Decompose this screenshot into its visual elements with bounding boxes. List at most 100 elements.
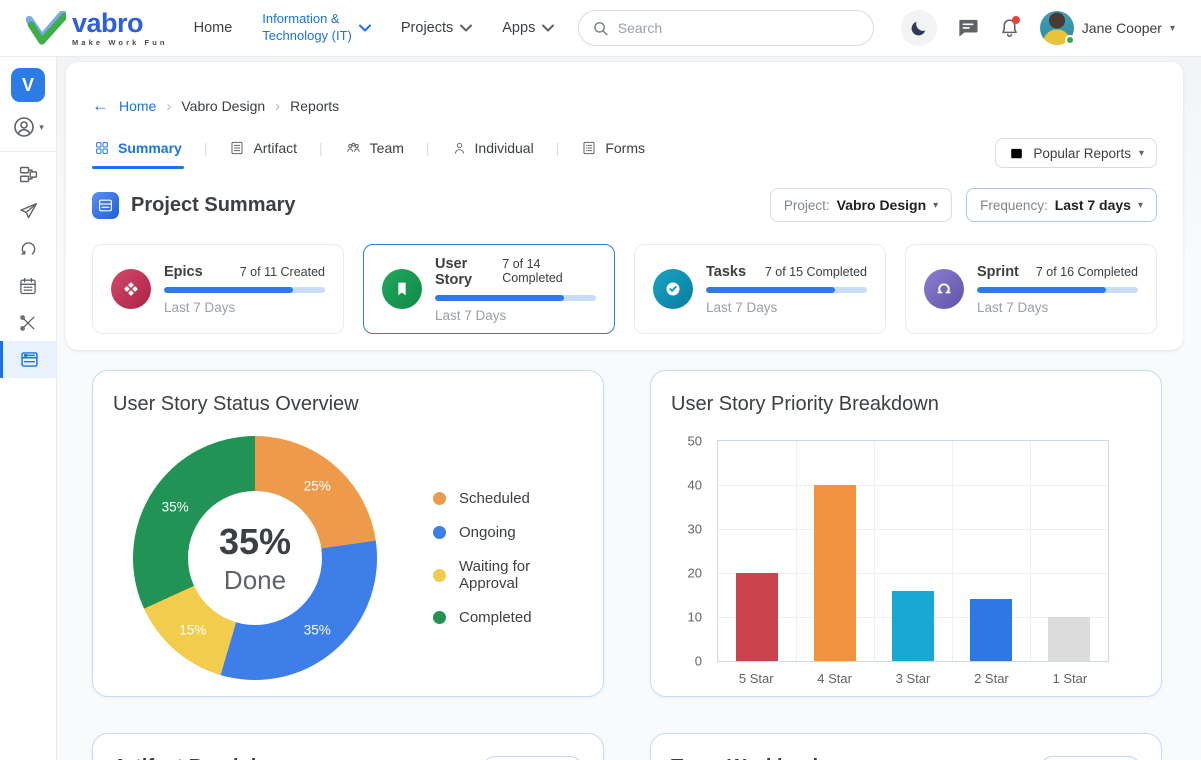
legend-dot xyxy=(433,569,446,582)
vabro-logo[interactable]: vabro Make Work Fun xyxy=(26,10,168,47)
tab-summary[interactable]: Summary xyxy=(92,138,184,169)
filters: Project: Vabro Design ▾ Frequency: Last … xyxy=(770,188,1157,222)
frequency-filter-dropdown[interactable]: Frequency: Last 7 days ▾ xyxy=(966,188,1157,222)
report-window-icon xyxy=(98,199,113,212)
nav-projects-dropdown[interactable]: Projects xyxy=(401,20,472,36)
tab-forms[interactable]: Forms xyxy=(579,138,647,169)
bar[interactable] xyxy=(970,599,1012,661)
chevron-down-icon xyxy=(359,24,371,32)
bar[interactable] xyxy=(892,591,934,661)
nav-it-label: Information &Technology (IT) xyxy=(262,11,352,45)
gridline-v xyxy=(952,441,953,661)
y-tick-label: 50 xyxy=(688,434,702,449)
bar[interactable] xyxy=(814,485,856,661)
stat-period: Last 7 Days xyxy=(164,300,325,315)
chevron-down-icon: ▾ xyxy=(1170,23,1175,34)
search-input[interactable] xyxy=(618,20,860,36)
stat-title: Sprint xyxy=(977,264,1019,280)
search-bar[interactable] xyxy=(578,10,874,46)
search-icon xyxy=(593,20,608,37)
tab-separator: | xyxy=(556,140,560,167)
donut-slice-label: 35% xyxy=(304,622,331,637)
back-arrow-icon[interactable]: ← xyxy=(92,96,109,116)
sidebar-item-calendar[interactable] xyxy=(0,267,57,304)
person-icon xyxy=(452,140,467,156)
tasks-icon xyxy=(653,269,693,309)
sidebar-v-logo[interactable]: V xyxy=(11,68,45,102)
user-name: Jane Cooper xyxy=(1082,20,1162,36)
gridline-v xyxy=(796,441,797,661)
stat-count: 7 of 16 Completed xyxy=(1036,265,1138,279)
sidebar-item-boards[interactable] xyxy=(0,156,57,193)
donut-chart[interactable]: 25%35%15%35% 35% Done xyxy=(133,436,377,680)
tab-individual[interactable]: Individual xyxy=(450,138,536,169)
breadcrumb-home[interactable]: Home xyxy=(119,98,156,114)
stat-count: 7 of 14 Completed xyxy=(502,257,596,285)
y-tick-label: 30 xyxy=(688,522,702,537)
y-tick-label: 40 xyxy=(688,478,702,493)
stat-card[interactable]: Sprint 7 of 16 Completed Last 7 Days xyxy=(905,244,1157,334)
stat-cards-row: Epics 7 of 11 Created Last 7 Days Use xyxy=(92,244,1157,334)
chart-title: User Story Status Overview xyxy=(113,393,583,416)
sidebar-divider xyxy=(0,151,56,152)
moon-icon xyxy=(909,19,928,38)
report-window-icon xyxy=(1008,146,1025,161)
tab-artifact[interactable]: Artifact xyxy=(227,138,299,169)
nav-it-dropdown[interactable]: Information &Technology (IT) xyxy=(262,11,371,45)
bar-ylabels: 01020304050 xyxy=(672,441,710,661)
tab-bar: Summary | Artifact | Team xyxy=(92,138,1157,169)
sidebar-item-send[interactable] xyxy=(0,193,57,230)
legend-item: Ongoing xyxy=(433,524,583,541)
charts-row: User Story Status Overview 25%35%15%35% … xyxy=(92,370,1162,697)
view-details-button[interactable]: View Details xyxy=(1040,756,1141,760)
stat-card[interactable]: User Story 7 of 14 Completed Last 7 Days xyxy=(363,244,615,334)
sidebar-item-account[interactable]: ▾ xyxy=(12,115,44,151)
card-title: Artifact Breakdown xyxy=(113,756,296,760)
bar[interactable] xyxy=(1048,617,1090,661)
sidebar-item-tools[interactable] xyxy=(0,304,57,341)
messages-button[interactable] xyxy=(957,18,979,38)
dark-mode-toggle[interactable] xyxy=(901,10,937,46)
donut-center-value: 35% xyxy=(219,521,291,563)
view-details-button[interactable]: View Details xyxy=(482,756,583,760)
nav-apps-dropdown[interactable]: Apps xyxy=(502,20,554,36)
stat-count: 7 of 11 Created xyxy=(240,265,325,279)
bar[interactable] xyxy=(736,573,778,661)
popular-reports-button[interactable]: Popular Reports ▾ xyxy=(995,138,1157,168)
chart-title: User Story Priority Breakdown xyxy=(671,393,1141,416)
breadcrumb-project[interactable]: Vabro Design xyxy=(181,98,265,114)
left-sidebar: V ▾ xyxy=(0,57,57,760)
sidebar-item-reports[interactable] xyxy=(0,341,57,378)
chevron-down-icon: ▾ xyxy=(933,200,938,211)
stat-period: Last 7 Days xyxy=(977,300,1138,315)
legend-dot xyxy=(433,526,446,539)
stat-card[interactable]: Tasks 7 of 15 Completed Last 7 Days xyxy=(634,244,886,334)
artifact-breakdown-card: Artifact Breakdown View Details xyxy=(92,733,604,760)
gridline-v xyxy=(874,441,875,661)
chart-legend: Scheduled Ongoing Waiting for Approval xyxy=(433,490,583,626)
team-icon xyxy=(345,140,362,156)
x-tick-label: 5 Star xyxy=(717,671,795,686)
sidebar-item-sprint[interactable] xyxy=(0,230,57,267)
stat-title: User Story xyxy=(435,256,502,288)
gridline-v xyxy=(1030,441,1031,661)
bottom-cards-row: Artifact Breakdown View Details Team Wor… xyxy=(92,733,1162,760)
user-menu[interactable]: Jane Cooper ▾ xyxy=(1040,11,1175,45)
tab-team[interactable]: Team xyxy=(343,138,406,169)
brand-name: vabro xyxy=(72,10,168,37)
breadcrumb-current: Reports xyxy=(290,98,339,114)
project-filter-dropdown[interactable]: Project: Vabro Design ▾ xyxy=(770,188,952,222)
legend-item: Scheduled xyxy=(433,490,583,507)
project-summary-icon xyxy=(92,192,119,219)
progress-bar xyxy=(435,295,596,301)
header-actions: Jane Cooper ▾ xyxy=(901,10,1175,46)
donut-slice-label: 15% xyxy=(179,622,206,637)
artifact-doc-icon xyxy=(229,140,245,156)
notifications-button[interactable] xyxy=(999,17,1020,39)
bar-chart-card: User Story Priority Breakdown 0102030405… xyxy=(650,370,1162,697)
nav-home[interactable]: Home xyxy=(194,20,233,36)
chevron-down-icon: ▾ xyxy=(1138,200,1143,211)
reports-icon xyxy=(19,349,40,370)
stat-card[interactable]: Epics 7 of 11 Created Last 7 Days xyxy=(92,244,344,334)
stat-period: Last 7 Days xyxy=(435,308,596,323)
